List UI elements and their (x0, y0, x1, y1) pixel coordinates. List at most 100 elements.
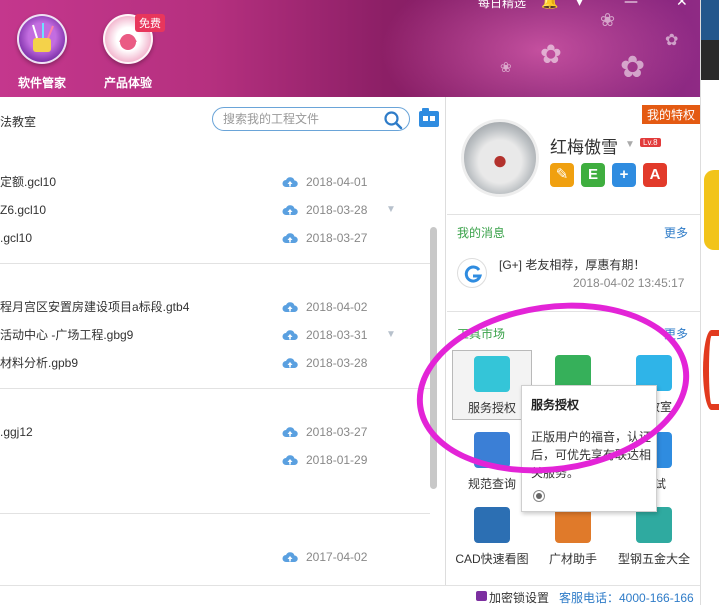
file-name: 活动中心 -广场工程.gbg9 (0, 328, 134, 342)
cloud-upload-icon[interactable] (282, 204, 298, 216)
file-date: 2018-04-02 (306, 300, 368, 314)
file-name: 材料分析.gpb9 (0, 356, 79, 370)
software-manager-label: 软件管家 (17, 76, 66, 90)
file-date: 2018-03-28 (306, 203, 368, 217)
tool-label: 广材助手 (548, 552, 597, 566)
username[interactable]: 红梅傲雪 (550, 133, 618, 158)
tooltip-title: 服务授权 (531, 398, 580, 412)
messages-title: 我的消息 (457, 226, 506, 240)
settings-icon[interactable]: ▾ (576, 0, 583, 10)
product-experience-icon: 免费 (103, 14, 165, 64)
tooltip-radio[interactable] (533, 490, 545, 502)
status-bar: 加密锁设置 客服电话：4000-166-166 (0, 585, 700, 605)
pane-title: 法教室 (0, 115, 37, 129)
flower-decoration: ✿ (620, 50, 646, 85)
flower-decoration: ❀ (600, 10, 616, 31)
plus-service-icon[interactable]: + (612, 163, 636, 187)
gplus-icon (457, 258, 487, 288)
tool-item[interactable]: 广材助手 (533, 502, 613, 572)
tool-market-title: 工具市场 (457, 327, 506, 341)
cloud-upload-icon[interactable] (282, 426, 298, 438)
edge-graphic (704, 170, 719, 250)
file-list-scrollbar[interactable] (430, 227, 437, 489)
tool-item[interactable]: 型钢五金大全 (614, 502, 694, 572)
edge-graphic (703, 330, 719, 410)
flower-decoration: ✿ (540, 40, 562, 70)
steel-handbook-icon (636, 507, 672, 543)
search-icon[interactable] (383, 110, 403, 130)
a-service-icon[interactable]: A (643, 163, 667, 187)
tool-label: 规范查询 (467, 477, 516, 491)
divider (447, 311, 700, 312)
file-name: Z6.gcl10 (0, 203, 47, 217)
file-name: 定额.gcl10 (0, 175, 57, 189)
messages-more-link[interactable]: 更多 (664, 224, 688, 241)
file-date: 2018-03-31 (306, 328, 368, 342)
lock-icon[interactable] (476, 591, 487, 601)
my-privilege-tag[interactable]: 我的特权 (641, 105, 700, 124)
flower-decoration: ✿ (665, 30, 679, 49)
tool-market-more-link[interactable]: 更多 (664, 325, 688, 342)
service-hotline: 客服电话：4000-166-166 (559, 591, 694, 605)
cloud-upload-icon[interactable] (282, 357, 298, 369)
file-date: 2018-03-28 (306, 356, 368, 370)
message-time: 2018-04-02 13:45:17 (573, 276, 685, 290)
group-divider (0, 263, 430, 264)
tool-item[interactable]: CAD快速看图 (452, 502, 532, 572)
minimize-icon[interactable]: — (624, 0, 638, 10)
product-experience-app[interactable]: 免费 产品体验 (98, 14, 165, 91)
bell-icon[interactable]: 🔔 (541, 0, 558, 10)
cloud-upload-icon[interactable] (282, 454, 298, 466)
cloud-upload-icon[interactable] (282, 329, 298, 341)
file-date: 2018-01-29 (306, 453, 368, 467)
file-row[interactable]: 2017-04-02 (0, 547, 420, 567)
search-input[interactable] (223, 111, 373, 127)
file-row[interactable]: 2018-01-29 (0, 450, 420, 470)
tool-label: CAD快速看图 (455, 552, 529, 566)
cloud-upload-icon[interactable] (282, 301, 298, 313)
tool-item[interactable]: 规范查询 (452, 427, 532, 497)
level-badge: Lv.8 (640, 138, 661, 147)
group-divider (0, 513, 430, 514)
tool-item[interactable]: 服务授权 (452, 350, 532, 420)
software-manager-app[interactable]: 软件管家 (12, 14, 72, 91)
avatar[interactable] (461, 119, 539, 197)
flower-decoration: ❀ (500, 60, 512, 76)
cloud-upload-icon[interactable] (282, 551, 298, 563)
cloud-upload-icon[interactable] (282, 176, 298, 188)
lock-settings-link[interactable]: 加密锁设置 (489, 589, 549, 605)
spec-query-icon (474, 432, 510, 468)
project-pane: 法教室 定额.gcl10 2018-04-01 Z6.gcl10 2018-03-28… (0, 97, 446, 585)
file-name: 程月宫区安置房建设项目a标段.gtb4 (0, 300, 190, 314)
tool-label: 型钢五金大全 (617, 552, 690, 566)
file-row[interactable]: .ggj12 2018-03-27 (0, 422, 420, 442)
group-divider (0, 388, 430, 389)
project-folder-icon[interactable] (418, 107, 440, 129)
chevron-down-icon[interactable]: ▼ (625, 139, 635, 150)
software-manager-icon (17, 14, 67, 64)
message-text[interactable]: [G+] 老友相荐，厚惠有期！ (499, 256, 645, 273)
edge-block (701, 40, 719, 80)
project-search (212, 107, 410, 131)
file-row[interactable]: 定额.gcl10 2018-04-01 (0, 172, 420, 192)
desktop-edge (700, 0, 719, 605)
tooltip-body: 正版用户的福音，认证后，可优先享有联达相关服务。 (531, 430, 652, 480)
e-service-icon[interactable]: E (581, 163, 605, 187)
pencil-service-icon[interactable]: ✎ (550, 163, 574, 187)
close-icon[interactable]: ✕ (676, 0, 688, 10)
file-row[interactable]: Z6.gcl10 2018-03-28 ▼ (0, 200, 420, 220)
daily-picks-link[interactable]: 每日精选 (478, 0, 526, 11)
file-date: 2018-03-27 (306, 231, 368, 245)
product-experience-label: 产品体验 (103, 76, 152, 90)
file-row[interactable]: 程月宫区安置房建设项目a标段.gtb4 2018-04-02 (0, 297, 420, 317)
tool-label: 服务授权 (467, 401, 516, 415)
file-name: .ggj12 (0, 425, 33, 439)
file-date: 2018-03-27 (306, 425, 368, 439)
file-row[interactable]: .gcl10 2018-03-27 (0, 228, 420, 248)
cloud-upload-icon[interactable] (282, 232, 298, 244)
file-row[interactable]: 活动中心 -广场工程.gbg9 2018-03-31 ▼ (0, 325, 420, 345)
service-auth-icon (474, 356, 510, 392)
expand-chevron-icon[interactable]: ▼ (386, 325, 396, 345)
expand-chevron-icon[interactable]: ▼ (386, 200, 396, 220)
file-row[interactable]: 材料分析.gpb9 2018-03-28 (0, 353, 420, 373)
